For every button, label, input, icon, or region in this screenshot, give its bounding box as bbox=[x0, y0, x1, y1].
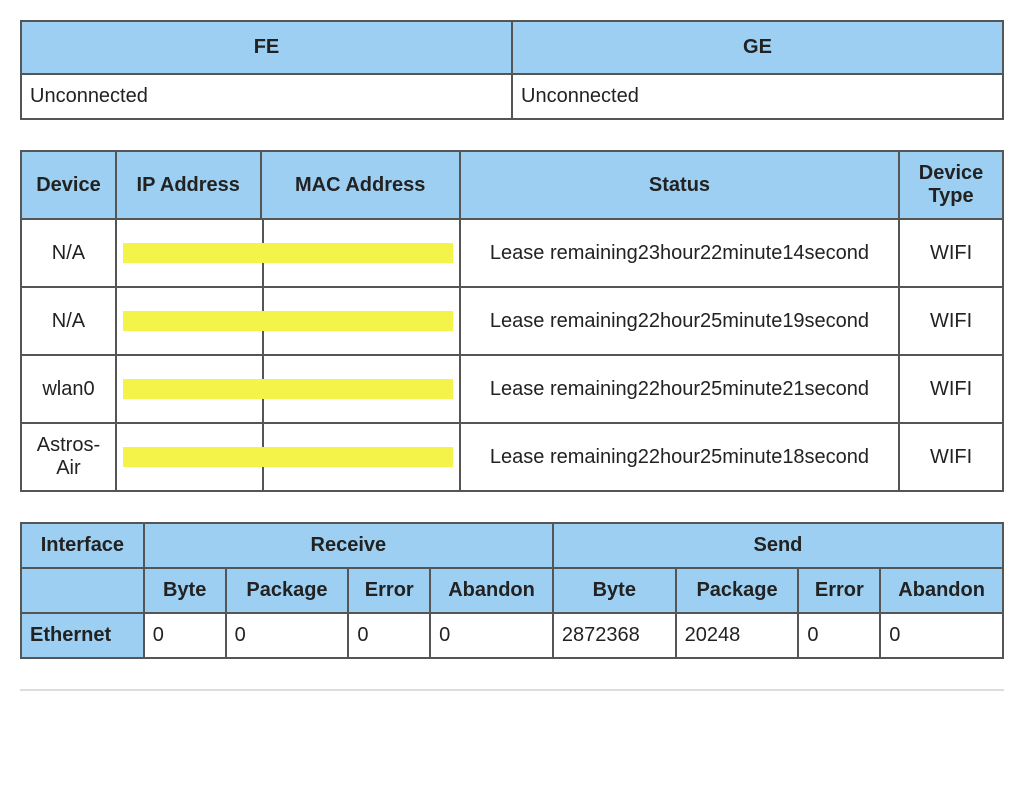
table-row: wlan0 Lease remaining22hour25minute21sec… bbox=[21, 355, 1003, 423]
stats-recv-error: 0 bbox=[348, 613, 430, 658]
divider bbox=[20, 689, 1004, 691]
dev-header-type: Device Type bbox=[899, 151, 1003, 219]
dev-device: N/A bbox=[21, 219, 116, 287]
redaction-bar bbox=[123, 311, 453, 331]
stats-subheader-recv-byte: Byte bbox=[144, 568, 226, 613]
stats-subheader-send-error: Error bbox=[798, 568, 880, 613]
stats-send-error: 0 bbox=[798, 613, 880, 658]
table-row: N/A Lease remaining23hour22minute14secon… bbox=[21, 219, 1003, 287]
stats-subheader-send-byte: Byte bbox=[553, 568, 676, 613]
dev-status: Lease remaining23hour22minute14second bbox=[460, 219, 899, 287]
dev-status: Lease remaining22hour25minute19second bbox=[460, 287, 899, 355]
stats-send-byte: 2872368 bbox=[553, 613, 676, 658]
dev-type: WIFI bbox=[899, 355, 1003, 423]
table-row: Unconnected Unconnected bbox=[21, 74, 1003, 119]
connection-table: FE GE Unconnected Unconnected bbox=[20, 20, 1004, 120]
dev-header-device: Device bbox=[21, 151, 116, 219]
conn-value-fe: Unconnected bbox=[21, 74, 512, 119]
dev-type: WIFI bbox=[899, 219, 1003, 287]
table-row: N/A Lease remaining22hour25minute19secon… bbox=[21, 287, 1003, 355]
devices-table: Device IP Address MAC Address Status Dev… bbox=[20, 150, 1004, 492]
table-row: Astros-Air Lease remaining22hour25minute… bbox=[21, 423, 1003, 491]
stats-interface: Ethernet bbox=[21, 613, 144, 658]
table-row: Ethernet 0 0 0 0 2872368 20248 0 0 bbox=[21, 613, 1003, 658]
stats-recv-abandon: 0 bbox=[430, 613, 553, 658]
stats-subheader-blank bbox=[21, 568, 144, 613]
conn-value-ge: Unconnected bbox=[512, 74, 1003, 119]
conn-header-fe: FE bbox=[21, 21, 512, 74]
conn-header-ge: GE bbox=[512, 21, 1003, 74]
dev-status: Lease remaining22hour25minute18second bbox=[460, 423, 899, 491]
stats-subheader-recv-abandon: Abandon bbox=[430, 568, 553, 613]
dev-type: WIFI bbox=[899, 287, 1003, 355]
dev-device: Astros-Air bbox=[21, 423, 116, 491]
stats-subheader-send-package: Package bbox=[676, 568, 799, 613]
stats-subheader-recv-package: Package bbox=[226, 568, 349, 613]
dev-header-mac: MAC Address bbox=[261, 151, 460, 219]
stats-header-send: Send bbox=[553, 523, 1003, 568]
dev-header-ip: IP Address bbox=[116, 151, 261, 219]
redaction-bar bbox=[123, 243, 453, 263]
dev-status: Lease remaining22hour25minute21second bbox=[460, 355, 899, 423]
dev-device: wlan0 bbox=[21, 355, 116, 423]
stats-recv-package: 0 bbox=[226, 613, 349, 658]
dev-header-status: Status bbox=[460, 151, 899, 219]
stats-table: Interface Receive Send Byte Package Erro… bbox=[20, 522, 1004, 659]
dev-type: WIFI bbox=[899, 423, 1003, 491]
stats-subheader-recv-error: Error bbox=[348, 568, 430, 613]
stats-send-package: 20248 bbox=[676, 613, 799, 658]
dev-device: N/A bbox=[21, 287, 116, 355]
dev-ip-mac-redacted bbox=[116, 423, 460, 491]
dev-ip-mac-redacted bbox=[116, 355, 460, 423]
redaction-bar bbox=[123, 379, 453, 399]
stats-header-receive: Receive bbox=[144, 523, 553, 568]
stats-subheader-send-abandon: Abandon bbox=[880, 568, 1003, 613]
stats-recv-byte: 0 bbox=[144, 613, 226, 658]
redaction-bar bbox=[123, 447, 453, 467]
dev-ip-mac-redacted bbox=[116, 219, 460, 287]
stats-header-interface: Interface bbox=[21, 523, 144, 568]
dev-ip-mac-redacted bbox=[116, 287, 460, 355]
stats-send-abandon: 0 bbox=[880, 613, 1003, 658]
